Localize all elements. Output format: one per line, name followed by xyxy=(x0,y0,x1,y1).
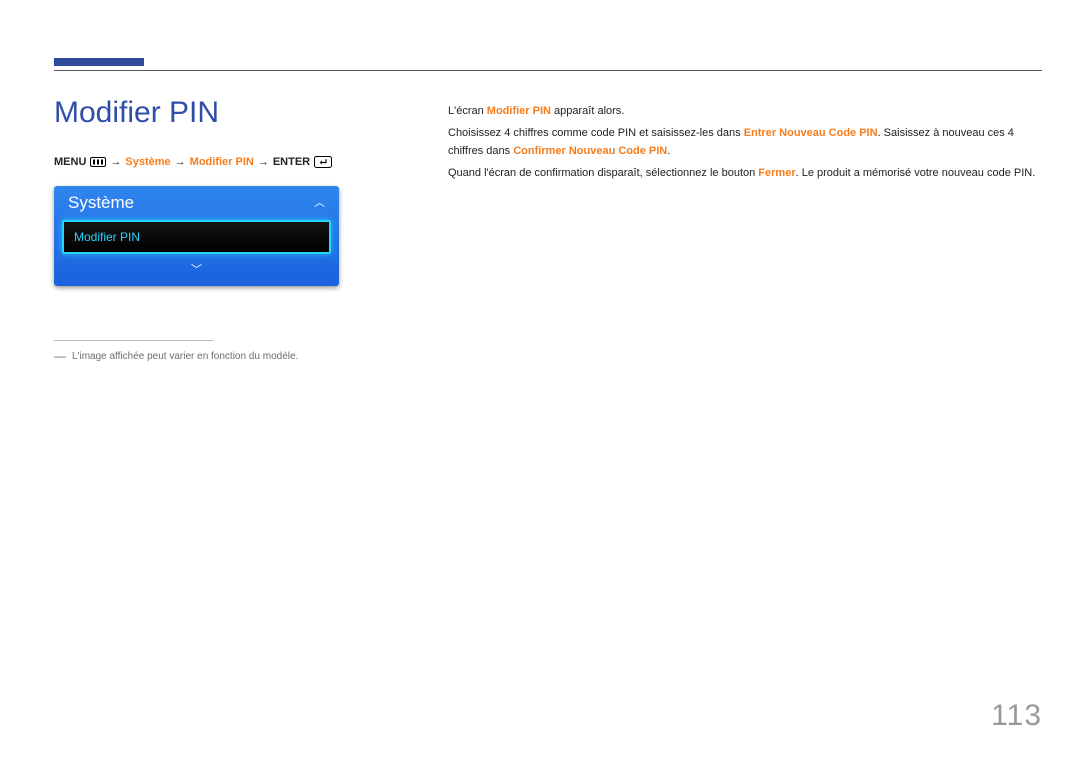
breadcrumb-step-systeme: Système xyxy=(125,154,170,170)
menu-icon xyxy=(90,157,106,167)
paragraph: Quand l'écran de confirmation disparaît,… xyxy=(448,164,1042,182)
highlight-text: Fermer xyxy=(758,167,795,179)
footnote-rule xyxy=(54,340,214,341)
osd-menu-header: Système ︿ xyxy=(54,186,339,220)
paragraph: Choisissez 4 chiffres comme code PIN et … xyxy=(448,124,1042,160)
breadcrumb: MENU → Système → Modifier PIN → ENTER xyxy=(54,154,354,170)
left-column: Modifier PIN MENU → Système → Modifier P… xyxy=(54,96,354,362)
osd-menu-item-selected[interactable]: Modifier PIN xyxy=(62,220,331,254)
footnote-dash: ― xyxy=(54,351,66,362)
highlight-text: Confirmer Nouveau Code PIN xyxy=(513,145,667,157)
osd-menu-header-label: Système xyxy=(68,193,134,213)
footnote: ― L'image affichée peut varier en foncti… xyxy=(54,351,354,362)
page-number: 113 xyxy=(991,699,1042,733)
highlight-text: Entrer Nouveau Code PIN xyxy=(744,127,878,139)
page-title: Modifier PIN xyxy=(54,96,354,130)
chevron-up-icon[interactable]: ︿ xyxy=(314,198,325,209)
text: L'écran xyxy=(448,105,487,117)
breadcrumb-menu-label: MENU xyxy=(54,154,86,170)
text: apparaît alors. xyxy=(551,105,624,117)
breadcrumb-step-modifier-pin: Modifier PIN xyxy=(190,154,254,170)
manual-page: Modifier PIN MENU → Système → Modifier P… xyxy=(0,0,1080,763)
text: . xyxy=(667,145,670,157)
highlight-text: Modifier PIN xyxy=(487,105,551,117)
arrow-right-icon: → xyxy=(175,154,186,170)
osd-menu-footer: ﹀ xyxy=(54,254,339,286)
arrow-right-icon: → xyxy=(258,154,269,170)
osd-menu-widget: Système ︿ Modifier PIN ﹀ xyxy=(54,186,339,286)
header-rule xyxy=(54,70,1042,71)
paragraph: L'écran Modifier PIN apparaît alors. xyxy=(448,102,1042,120)
chevron-down-icon[interactable]: ﹀ xyxy=(191,264,202,276)
text: . Le produit a mémorisé votre nouveau co… xyxy=(796,167,1036,179)
text: Quand l'écran de confirmation disparaît,… xyxy=(448,167,758,179)
footnote-text: L'image affichée peut varier en fonction… xyxy=(72,351,298,362)
arrow-right-icon: → xyxy=(110,154,121,170)
text: Choisissez 4 chiffres comme code PIN et … xyxy=(448,127,744,139)
header-tab-marker xyxy=(54,58,144,66)
enter-icon xyxy=(314,156,332,168)
breadcrumb-enter-label: ENTER xyxy=(273,154,310,170)
body-text: L'écran Modifier PIN apparaît alors. Cho… xyxy=(448,102,1042,186)
osd-menu-item-label: Modifier PIN xyxy=(74,230,140,244)
